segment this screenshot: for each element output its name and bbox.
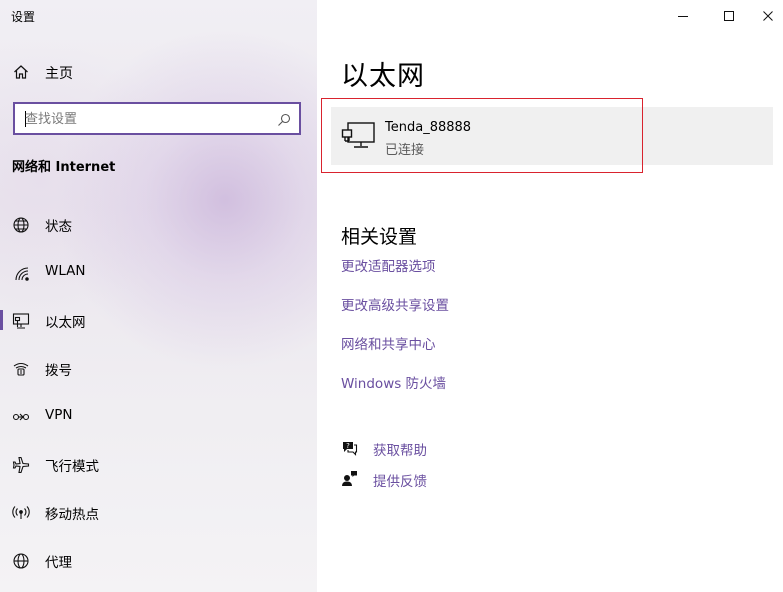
sidebar-home[interactable]: 主页 xyxy=(0,56,317,88)
sidebar-item-status[interactable]: 状态 xyxy=(0,204,317,244)
sidebar-item-label: 飞行模式 xyxy=(45,459,99,475)
close-button[interactable] xyxy=(752,0,783,32)
window-title: 设置 xyxy=(11,10,36,24)
sidebar-item-vpn[interactable]: VPN xyxy=(0,396,317,436)
sidebar-item-proxy[interactable]: 代理 xyxy=(0,540,317,580)
wifi-icon xyxy=(12,264,30,282)
settings-sidebar: 设置 主页 网络和 Internet 状态 xyxy=(0,0,317,592)
vpn-icon xyxy=(12,408,30,426)
main-pane: 以太网 Tenda_88888 已连接 相关设置 更改适配器选项 更改高级共享设… xyxy=(317,0,783,592)
minimize-icon xyxy=(678,16,688,17)
ethernet-icon xyxy=(12,312,30,330)
page-title: 以太网 xyxy=(341,61,425,92)
maximize-icon xyxy=(724,11,734,21)
home-icon xyxy=(13,64,29,80)
help-chat-icon: ? xyxy=(341,439,358,456)
sidebar-item-label: 拨号 xyxy=(45,363,72,379)
active-indicator xyxy=(0,310,3,330)
svg-text:?: ? xyxy=(346,442,350,450)
network-status: 已连接 xyxy=(385,143,425,158)
airplane-icon xyxy=(12,456,30,474)
sidebar-item-wlan[interactable]: WLAN xyxy=(0,252,317,292)
maximize-button[interactable] xyxy=(706,0,752,32)
sidebar-item-hotspot[interactable]: 移动热点 xyxy=(0,492,317,532)
search-box[interactable] xyxy=(13,102,301,135)
sidebar-item-label: 以太网 xyxy=(45,315,86,331)
related-settings-title: 相关设置 xyxy=(341,226,418,248)
get-help-label: 获取帮助 xyxy=(373,443,427,459)
sidebar-item-dialup[interactable]: 拨号 xyxy=(0,348,317,388)
sidebar-item-ethernet[interactable]: 以太网 xyxy=(0,300,317,340)
give-feedback-label: 提供反馈 xyxy=(373,474,427,490)
adapter-options-link[interactable]: 更改适配器选项 xyxy=(341,255,436,275)
sidebar-item-label: 状态 xyxy=(45,219,72,235)
close-icon xyxy=(762,11,773,21)
sidebar-home-label: 主页 xyxy=(45,66,73,82)
sidebar-item-airplane[interactable]: 飞行模式 xyxy=(0,444,317,484)
sidebar-item-label: 代理 xyxy=(45,555,72,571)
sidebar-item-label: 移动热点 xyxy=(45,507,99,523)
globe-proxy-icon xyxy=(12,552,30,570)
section-heading: 网络和 Internet xyxy=(12,160,116,175)
firewall-link[interactable]: Windows 防火墙 xyxy=(341,372,446,392)
network-name: Tenda_88888 xyxy=(385,120,472,135)
sharing-center-link[interactable]: 网络和共享中心 xyxy=(341,333,436,353)
minimize-button[interactable] xyxy=(660,0,706,32)
dialup-icon xyxy=(12,360,30,378)
globe-status-icon xyxy=(12,216,30,234)
sidebar-item-label: VPN xyxy=(45,407,73,423)
advanced-sharing-link[interactable]: 更改高级共享设置 xyxy=(341,294,449,314)
feedback-icon xyxy=(341,470,358,487)
network-card[interactable]: Tenda_88888 已连接 xyxy=(331,107,773,165)
sidebar-item-label: WLAN xyxy=(45,263,86,279)
search-icon[interactable] xyxy=(277,112,291,126)
ethernet-computer-icon xyxy=(341,121,377,151)
hotspot-icon xyxy=(12,504,30,522)
search-input[interactable] xyxy=(25,109,265,129)
